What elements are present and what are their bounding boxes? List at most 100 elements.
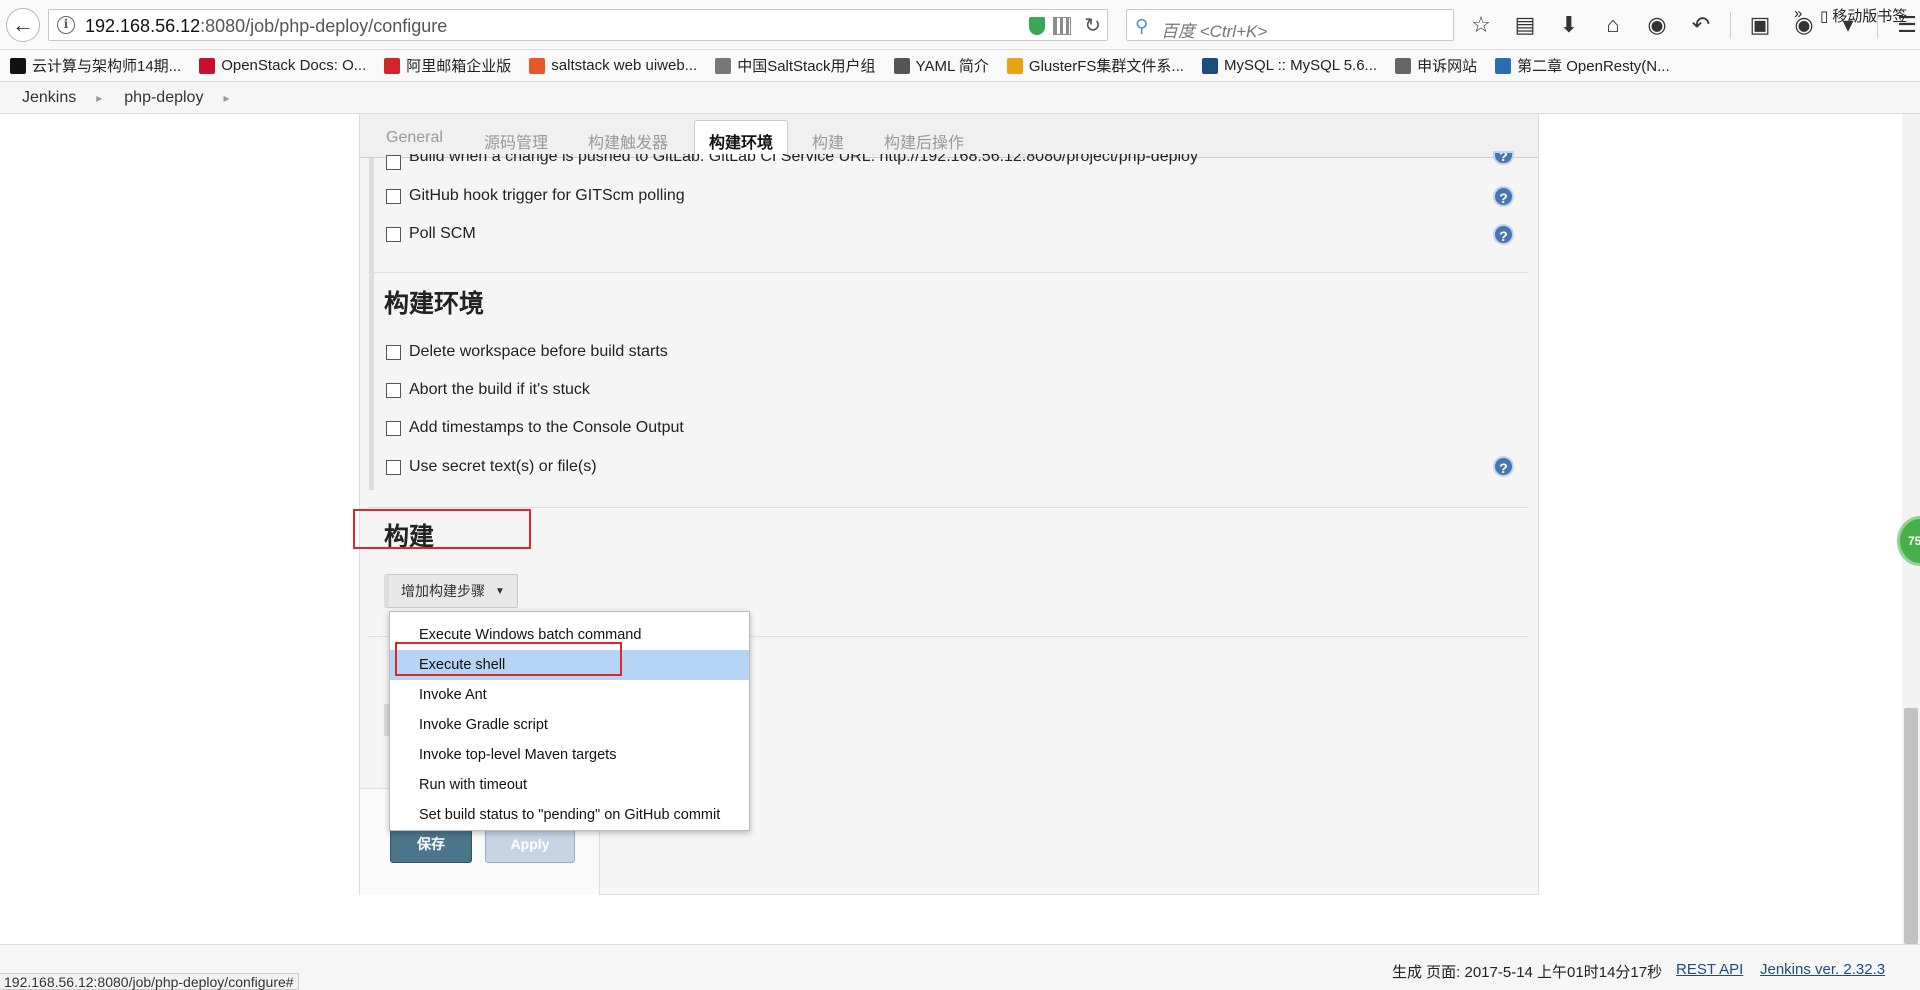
bookmark-label: saltstack web uiweb... bbox=[551, 57, 698, 74]
tab-post-build[interactable]: 构建后操作 bbox=[884, 129, 964, 153]
search-bar[interactable]: ⚲ 百度 <Ctrl+K> bbox=[1126, 9, 1454, 41]
generated-time: 生成 页面: 2017-5-14 上午01时14分17秒 bbox=[1392, 964, 1663, 981]
scrollbar-thumb[interactable] bbox=[1904, 708, 1918, 944]
checkbox[interactable] bbox=[386, 226, 401, 242]
bookmark-favicon-icon bbox=[529, 57, 546, 74]
checkbox[interactable] bbox=[386, 459, 401, 475]
option-label: Delete workspace before build starts bbox=[409, 343, 668, 360]
checkbox[interactable] bbox=[386, 344, 401, 360]
bookmark-item[interactable]: 云计算与架构师14期... bbox=[10, 55, 181, 76]
rest-api-link[interactable]: REST API bbox=[1676, 961, 1743, 978]
bookmark-label: GlusterFS集群文件系... bbox=[1028, 58, 1184, 75]
bookmark-favicon-icon bbox=[1006, 57, 1023, 74]
download-icon[interactable]: ⬇ bbox=[1554, 10, 1584, 40]
toolbar-divider bbox=[1730, 12, 1731, 38]
phone-icon: ▯ bbox=[1820, 7, 1829, 25]
menu-item-invoke-ant[interactable]: Invoke Ant bbox=[390, 680, 749, 710]
checkbox[interactable] bbox=[386, 188, 401, 204]
option-label: Abort the build if it's stuck bbox=[409, 381, 590, 398]
option-add-timestamps[interactable]: Add timestamps to the Console Output bbox=[386, 419, 684, 437]
back-arrow-icon[interactable]: ← bbox=[6, 8, 40, 42]
reload-icon[interactable]: ↻ bbox=[1084, 13, 1101, 38]
bookmark-favicon-icon bbox=[893, 57, 910, 74]
tab-source-code[interactable]: 源码管理 bbox=[484, 129, 548, 153]
checkbox[interactable] bbox=[386, 382, 401, 398]
bookmark-label: YAML 简介 bbox=[915, 58, 989, 75]
section-divider bbox=[368, 507, 1528, 508]
section-title-build-env: 构建环境 bbox=[384, 290, 485, 318]
browser-toolbar: ← i 192.168.56.12:8080/job/php-deploy/co… bbox=[0, 0, 1920, 50]
bookmark-item[interactable]: 中国SaltStack用户组 bbox=[715, 55, 876, 76]
add-build-step-button[interactable]: 增加构建步骤 ▼ bbox=[384, 574, 518, 608]
bookmark-item[interactable]: GlusterFS集群文件系... bbox=[1006, 55, 1184, 76]
bookmark-favicon-icon bbox=[10, 57, 26, 74]
checkbox[interactable] bbox=[386, 154, 401, 170]
section-indent-bar bbox=[369, 334, 374, 490]
tab-build-triggers[interactable]: 构建触发器 bbox=[588, 129, 668, 153]
option-label: Use secret text(s) or file(s) bbox=[409, 458, 597, 475]
breadcrumb-job[interactable]: php-deploy bbox=[124, 89, 203, 107]
bookmark-favicon-icon bbox=[1495, 57, 1512, 74]
checkbox[interactable] bbox=[386, 420, 401, 436]
jenkins-version-link[interactable]: Jenkins ver. 2.32.3 bbox=[1760, 961, 1885, 978]
bookmark-label: 第二章 OpenResty(N... bbox=[1517, 58, 1670, 75]
bookmark-label: 云计算与架构师14期... bbox=[32, 58, 182, 75]
bookmark-item[interactable]: 阿里邮箱企业版 bbox=[384, 55, 511, 76]
trigger-github-hook[interactable]: GitHub hook trigger for GITScm polling bbox=[386, 187, 685, 205]
reading-list-icon[interactable]: ▤ bbox=[1510, 10, 1540, 40]
bookmark-item[interactable]: OpenStack Docs: O... bbox=[199, 57, 366, 74]
bookmark-star-icon[interactable]: ☆ bbox=[1466, 10, 1496, 40]
breadcrumb-jenkins[interactable]: Jenkins bbox=[22, 89, 76, 107]
bookmark-favicon-icon bbox=[1395, 57, 1412, 74]
trigger-github-hook-label: GitHub hook trigger for GITScm polling bbox=[409, 187, 685, 204]
shield-icon[interactable] bbox=[1029, 17, 1045, 35]
chevron-right-icon: ▸ bbox=[223, 90, 230, 105]
help-icon[interactable]: ? bbox=[1493, 224, 1514, 245]
mobile-bookmarks-label: 移动版书签 bbox=[1832, 8, 1908, 25]
menu-item-run-with-timeout[interactable]: Run with timeout bbox=[390, 770, 749, 800]
annotation-highlight-box bbox=[353, 509, 531, 549]
option-delete-workspace[interactable]: Delete workspace before build starts bbox=[386, 343, 668, 361]
speed-badge[interactable]: 75 bbox=[1897, 516, 1920, 566]
home-icon[interactable]: ⌂ bbox=[1598, 10, 1628, 40]
bookmark-item[interactable]: 第二章 OpenResty(N... bbox=[1495, 55, 1670, 76]
tab-build[interactable]: 构建 bbox=[812, 129, 844, 153]
bookmark-item[interactable]: YAML 简介 bbox=[893, 55, 989, 76]
menu-item-invoke-maven[interactable]: Invoke top-level Maven targets bbox=[390, 740, 749, 770]
bookmarks-overflow-icon[interactable]: » bbox=[1794, 5, 1802, 22]
bookmarks-bar: 云计算与架构师14期... OpenStack Docs: O... 阿里邮箱企业版… bbox=[0, 50, 1920, 82]
option-abort-stuck[interactable]: Abort the build if it's stuck bbox=[386, 381, 590, 399]
menu-item-github-pending[interactable]: Set build status to "pending" on GitHub … bbox=[390, 800, 749, 830]
url-text[interactable]: 192.168.56.12:8080/job/php-deploy/config… bbox=[85, 16, 447, 37]
info-icon[interactable]: i bbox=[57, 16, 75, 34]
help-icon[interactable]: ? bbox=[1493, 151, 1514, 165]
trigger-poll-scm[interactable]: Poll SCM bbox=[386, 225, 476, 243]
bookmark-label: 中国SaltStack用户组 bbox=[737, 58, 876, 75]
url-bar[interactable]: i 192.168.56.12:8080/job/php-deploy/conf… bbox=[48, 9, 1108, 41]
option-secret-text[interactable]: Use secret text(s) or file(s) bbox=[386, 458, 597, 476]
bookmark-favicon-icon bbox=[384, 57, 401, 74]
help-icon[interactable]: ? bbox=[1493, 186, 1514, 207]
trigger-gitlab-label: Build when a change is pushed to GitLab.… bbox=[409, 154, 1198, 165]
annotation-highlight-box bbox=[395, 642, 622, 676]
mobile-bookmarks[interactable]: ▯ 移动版书签 bbox=[1820, 5, 1907, 26]
config-tabs: General 源码管理 构建触发器 构建环境 构建 构建后操作 bbox=[360, 114, 1538, 159]
breadcrumb: Jenkins ▸ php-deploy ▸ bbox=[0, 82, 1920, 114]
qr-code-icon[interactable] bbox=[1053, 17, 1071, 35]
undo-icon[interactable]: ↶ bbox=[1686, 10, 1716, 40]
menu-item-invoke-gradle[interactable]: Invoke Gradle script bbox=[390, 710, 749, 740]
bookmark-item[interactable]: saltstack web uiweb... bbox=[529, 57, 697, 74]
help-icon[interactable]: ? bbox=[1493, 456, 1514, 477]
search-icon: ⚲ bbox=[1135, 16, 1149, 36]
section-divider bbox=[368, 272, 1528, 273]
crop-icon[interactable]: ▣ bbox=[1745, 10, 1775, 40]
build-step-menu: Execute Windows batch command Execute sh… bbox=[389, 611, 750, 831]
chat-icon[interactable]: ◉ bbox=[1642, 10, 1672, 40]
bookmark-label: OpenStack Docs: O... bbox=[221, 57, 367, 74]
bookmark-item[interactable]: MySQL :: MySQL 5.6... bbox=[1201, 57, 1378, 74]
bookmark-item[interactable]: 申诉网站 bbox=[1395, 55, 1477, 76]
bookmark-label: MySQL :: MySQL 5.6... bbox=[1223, 57, 1378, 74]
trigger-gitlab[interactable]: Build when a change is pushed to GitLab.… bbox=[386, 154, 1198, 170]
tab-general[interactable]: General bbox=[386, 129, 443, 147]
trigger-poll-scm-label: Poll SCM bbox=[409, 225, 476, 242]
